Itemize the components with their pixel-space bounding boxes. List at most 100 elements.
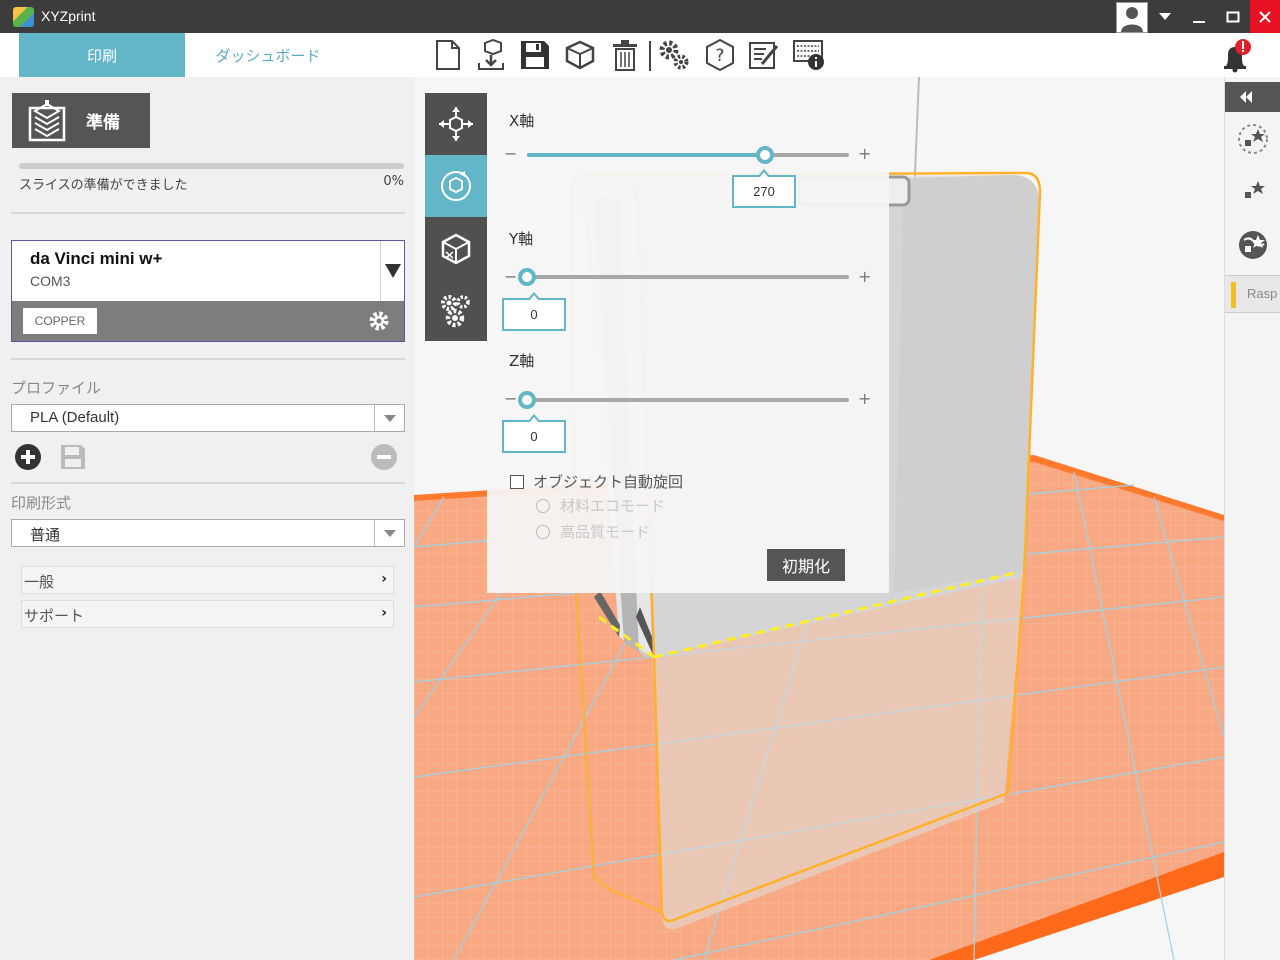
x-rotation-input[interactable]: 270 xyxy=(732,169,796,208)
slider-fill xyxy=(527,153,766,157)
print-mode-select[interactable]: 普通 xyxy=(11,519,405,547)
raspberry-tab[interactable]: Rasp xyxy=(1225,275,1280,313)
rotate-panel: X軸 − + 270 Y軸 − + 0 Z軸 − + 0 オブジェクト自動旋回 … xyxy=(487,93,889,593)
material-eco-radio[interactable] xyxy=(536,499,550,513)
general-settings-row[interactable]: 一般 › xyxy=(21,566,394,594)
collapse-sidebar-button[interactable] xyxy=(1225,82,1280,112)
right-sidebar: Rasp xyxy=(1224,77,1280,960)
slice-progress-bar xyxy=(19,163,404,169)
load-model-button[interactable] xyxy=(562,37,598,73)
y-rotation-slider[interactable] xyxy=(518,268,849,286)
cube-icon xyxy=(565,40,595,70)
support-label: サポート xyxy=(24,607,85,625)
printer-selector[interactable]: da Vinci mini w+ COM3 COPPER xyxy=(11,240,405,342)
gears-icon xyxy=(659,40,689,70)
maximize-button[interactable] xyxy=(1216,0,1250,33)
save-button[interactable] xyxy=(517,37,553,73)
rotate-tool-button[interactable] xyxy=(425,155,487,217)
z-minus-button[interactable]: − xyxy=(504,389,517,408)
minimize-button[interactable] xyxy=(1182,0,1216,33)
quality-mode-radio[interactable] xyxy=(536,525,550,539)
notifications-button[interactable] xyxy=(1218,39,1258,73)
save-profile-button[interactable] xyxy=(59,443,87,475)
print-mode-label: 印刷形式 xyxy=(11,494,72,512)
printer-name: da Vinci mini w+ xyxy=(30,249,163,268)
prepare-button[interactable]: 準備 xyxy=(12,93,150,148)
slice-status: スライスの準備ができました xyxy=(19,178,188,193)
new-file-icon xyxy=(436,40,460,70)
multi-settings-tool-button[interactable] xyxy=(425,279,487,341)
y-axis-label: Y軸 xyxy=(509,230,534,248)
quality-mode-label: 高品質モード xyxy=(560,523,651,541)
material-eco-label: 材料エコモード xyxy=(560,497,666,515)
y-plus-button[interactable]: + xyxy=(858,267,871,286)
remove-profile-button[interactable] xyxy=(370,443,398,475)
settings-button[interactable] xyxy=(656,37,692,73)
account-dropdown-button[interactable] xyxy=(1148,0,1182,33)
divider xyxy=(11,482,405,484)
x-axis-label: X軸 xyxy=(509,112,535,130)
gears-icon xyxy=(441,295,470,328)
z-plus-button[interactable]: + xyxy=(858,389,871,408)
z-rotation-input[interactable]: 0 xyxy=(502,414,566,453)
slider-handle[interactable] xyxy=(518,268,536,286)
new-file-button[interactable] xyxy=(430,37,466,73)
tab-color-marker xyxy=(1231,282,1236,308)
auto-place-button[interactable] xyxy=(1235,121,1271,157)
scale-tool-button[interactable] xyxy=(425,217,487,279)
transform-tool-strip xyxy=(425,93,487,341)
arrange-button[interactable] xyxy=(1235,173,1271,209)
divider xyxy=(11,358,405,360)
divider xyxy=(11,212,405,214)
filament-badge: COPPER xyxy=(23,308,97,334)
slider-handle[interactable] xyxy=(518,391,536,409)
profile-select[interactable]: PLA (Default) xyxy=(11,404,405,432)
edit-notes-button[interactable] xyxy=(746,37,782,73)
import-button[interactable] xyxy=(473,37,509,73)
user-avatar-button[interactable] xyxy=(1116,2,1148,33)
left-panel: 準備 スライスの準備ができました 0% da Vinci mini w+ COM… xyxy=(0,77,414,960)
tab-dashboard[interactable]: ダッシュボード xyxy=(185,33,351,77)
auto-rotate-checkbox[interactable] xyxy=(510,475,524,489)
close-button[interactable] xyxy=(1250,0,1280,33)
printer-info-button[interactable] xyxy=(791,37,827,73)
reset-button[interactable]: 初期化 xyxy=(767,549,845,581)
sparkle-icon xyxy=(1245,181,1265,198)
x-minus-button[interactable]: − xyxy=(504,144,517,163)
printer-dropdown-button[interactable] xyxy=(380,241,404,301)
chevron-down-icon xyxy=(374,405,404,431)
printer-filament-bar: COPPER xyxy=(12,301,404,341)
add-profile-button[interactable] xyxy=(14,443,42,475)
user-icon xyxy=(1121,7,1143,32)
printer-info-icon xyxy=(793,40,824,70)
delete-button[interactable] xyxy=(607,37,643,73)
move-icon xyxy=(439,107,473,141)
auto-rotate-label: オブジェクト自動旋回 xyxy=(533,473,684,491)
help-button[interactable]: ? xyxy=(702,37,738,73)
printer-port: COM3 xyxy=(30,273,71,289)
y-rotation-input[interactable]: 0 xyxy=(502,292,566,331)
save-icon xyxy=(521,41,549,69)
svg-text:?: ? xyxy=(715,46,724,66)
globe-star-button[interactable] xyxy=(1235,227,1271,263)
gear-icon xyxy=(369,311,389,331)
tab-print[interactable]: 印刷 xyxy=(19,33,185,77)
printer-settings-button[interactable] xyxy=(368,310,390,336)
x-rotation-slider[interactable] xyxy=(527,146,849,164)
slider-handle[interactable] xyxy=(756,146,775,164)
minus-circle-icon xyxy=(371,444,397,470)
app-logo-icon xyxy=(13,7,34,27)
print-mode-value: 普通 xyxy=(30,527,61,544)
minimize-icon xyxy=(1193,20,1205,23)
support-settings-row[interactable]: サポート › xyxy=(21,600,394,628)
toolbar-separator xyxy=(649,41,651,71)
globe-star-icon xyxy=(1239,231,1267,259)
x-plus-button[interactable]: + xyxy=(858,144,871,163)
move-tool-button[interactable] xyxy=(425,93,487,155)
z-rotation-slider[interactable] xyxy=(518,391,849,409)
plus-circle-icon xyxy=(15,444,41,470)
layers-icon xyxy=(28,99,66,141)
title-bar: XYZprint xyxy=(0,0,1280,33)
y-minus-button[interactable]: − xyxy=(504,267,517,286)
raspberry-tab-label: Rasp xyxy=(1247,286,1278,301)
